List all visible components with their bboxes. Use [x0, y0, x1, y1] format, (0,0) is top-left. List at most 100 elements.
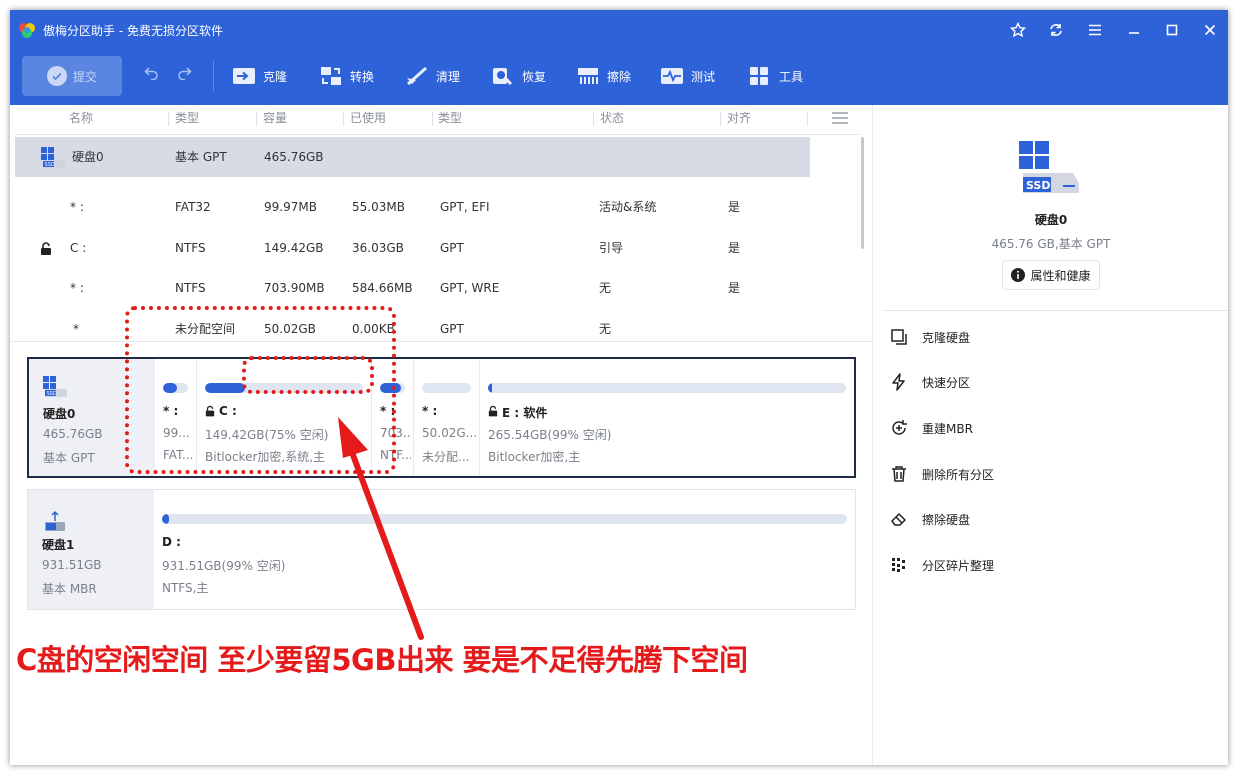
partition-type: GPT, WRE: [440, 281, 500, 295]
action-rebuild-mbr[interactable]: 重建MBR: [890, 416, 973, 440]
partition-status: 无: [599, 281, 612, 295]
partition-fs: NTFS: [175, 241, 206, 255]
column-separator: [593, 112, 594, 126]
toolbar-cleanup-button[interactable]: 清理: [405, 60, 460, 92]
partition-type: Bitlocker加密,主: [488, 450, 581, 464]
disk-size: 465.76GB: [43, 427, 103, 441]
column-header-capacity[interactable]: 容量: [263, 105, 287, 131]
tools-icon: [750, 67, 768, 85]
partition-size: 931.51GB(99% 空闲): [162, 559, 286, 573]
disk-row-disk0[interactable]: SSD 硬盘0 基本 GPT 465.76GB: [15, 137, 810, 177]
disk-row-type: 基本 GPT: [175, 150, 227, 164]
action-delete-all-partitions[interactable]: 删除所有分区: [890, 462, 994, 486]
lightning-icon: [892, 373, 905, 391]
toolbar-recover-button[interactable]: 恢复: [491, 60, 546, 92]
partition-name: D :: [162, 535, 181, 549]
toolbar-convert-button[interactable]: 转换: [319, 60, 374, 92]
action-quick-partition[interactable]: 快速分区: [890, 370, 970, 394]
minimize-icon[interactable]: [1122, 18, 1146, 42]
partition-name: E : 软件: [502, 406, 548, 420]
defrag-icon: [892, 558, 905, 572]
partition-capacity: 99.97MB: [264, 200, 317, 214]
toolbar-clone-label: 克隆: [263, 69, 288, 84]
column-header-type[interactable]: 类型: [438, 105, 462, 131]
menu-icon[interactable]: [1083, 18, 1107, 42]
column-separator: [343, 112, 344, 126]
partition-fs: NTFS: [175, 281, 206, 295]
toolbar-clone-button[interactable]: 克隆: [232, 60, 287, 92]
disk-row-name: 硬盘0: [72, 150, 104, 164]
column-header-name[interactable]: 名称: [69, 105, 93, 131]
partition-align: 是: [728, 281, 741, 295]
column-separator: [168, 112, 169, 126]
partition-type: GPT: [440, 241, 464, 255]
column-header-used[interactable]: 已使用: [350, 105, 386, 131]
right-panel-divider: [882, 310, 1228, 311]
partition-name: * :: [422, 404, 438, 418]
properties-health-button[interactable]: 属性和健康: [1002, 260, 1100, 290]
table-row[interactable]: * : FAT32 99.97MB 55.03MB GPT, EFI 活动&系统…: [15, 187, 810, 227]
column-header-fs[interactable]: 类型: [175, 105, 199, 131]
disk-name: 硬盘1: [42, 538, 75, 552]
disk-name: 硬盘0: [43, 407, 76, 421]
usage-bar: [422, 383, 471, 393]
disk-info-panel: 硬盘1 931.51GB 基本 MBR: [28, 490, 154, 609]
usage-bar-fill: [488, 383, 492, 393]
table-row[interactable]: C : NTFS 149.42GB 36.03GB GPT 引导 是: [15, 228, 810, 268]
partition-used: 584.66MB: [352, 281, 413, 295]
toolbar-convert-label: 转换: [350, 69, 375, 84]
redo-icon[interactable]: [176, 66, 192, 84]
action-label: 快速分区: [922, 375, 971, 390]
disk-size: 931.51GB: [42, 558, 102, 572]
partition-block-unallocated[interactable]: * : 50.02G... 未分配...: [414, 359, 480, 476]
partition-type: NTFS,主: [162, 581, 209, 595]
usage-bar-fill: [162, 514, 169, 524]
usage-bar: [488, 383, 846, 393]
partition-block-d[interactable]: D : 931.51GB(99% 空闲) NTFS,主: [154, 490, 855, 609]
partition-name: *: [73, 322, 79, 336]
list-scrollbar[interactable]: [861, 137, 864, 249]
action-clone-disk[interactable]: 克隆硬盘: [890, 325, 970, 349]
partition-size: 50.02G...: [422, 426, 477, 440]
title-bar: 傲梅分区助手 - 免费无损分区软件: [10, 10, 1228, 50]
column-separator: [807, 112, 808, 126]
partition-status: 无: [599, 322, 612, 336]
table-row[interactable]: * : NTFS 703.90MB 584.66MB GPT, WRE 无 是: [15, 268, 810, 308]
column-separator: [720, 112, 721, 126]
column-header-align[interactable]: 对齐: [727, 105, 751, 131]
toolbar-wipe-button[interactable]: 擦除: [576, 60, 631, 92]
submit-label: 提交: [72, 69, 97, 84]
test-icon: [661, 68, 683, 84]
lock-icon: [488, 405, 498, 417]
action-wipe-disk[interactable]: 擦除硬盘: [890, 507, 970, 531]
column-header-status[interactable]: 状态: [600, 105, 624, 131]
disk-row-capacity: 465.76GB: [264, 150, 324, 164]
close-icon[interactable]: [1198, 18, 1222, 42]
ssd-disk-icon: SSD: [1019, 141, 1079, 193]
action-defrag[interactable]: 分区碎片整理: [890, 553, 994, 577]
partition-type: GPT, EFI: [440, 200, 490, 214]
svg-text:SSD: SSD: [45, 162, 55, 168]
toolbar-cleanup-label: 清理: [436, 69, 461, 84]
disk-map-disk1[interactable]: 硬盘1 931.51GB 基本 MBR D : 931.51GB(99% 空闲)…: [27, 489, 856, 610]
partition-align: 是: [728, 200, 741, 214]
partition-block-e[interactable]: E : 软件 265.54GB(99% 空闲) Bitlocker加密,主: [480, 359, 854, 476]
submit-button[interactable]: 提交: [22, 56, 122, 96]
maximize-icon[interactable]: [1160, 18, 1184, 42]
partition-fs: FAT32: [175, 200, 211, 214]
disk-type: 基本 GPT: [43, 451, 95, 465]
action-label: 删除所有分区: [922, 467, 995, 482]
toolbar-test-button[interactable]: 测试: [660, 60, 715, 92]
toolbar-tools-button[interactable]: 工具: [748, 60, 803, 92]
column-settings-icon[interactable]: [832, 112, 848, 124]
rebuild-icon: [892, 420, 907, 435]
favorite-star-icon[interactable]: [1006, 18, 1030, 42]
properties-health-label: 属性和健康: [1030, 268, 1091, 283]
disk-type: 基本 MBR: [42, 582, 97, 596]
refresh-icon[interactable]: [1044, 18, 1068, 42]
undo-icon[interactable]: [144, 66, 160, 84]
partition-status: 活动&系统: [599, 200, 657, 214]
lock-icon: [41, 242, 51, 255]
selected-disk-name: 硬盘0: [1034, 213, 1068, 227]
toolbar: 提交 克隆 转换 清理 恢复 擦除 测试 工具: [10, 50, 1228, 105]
